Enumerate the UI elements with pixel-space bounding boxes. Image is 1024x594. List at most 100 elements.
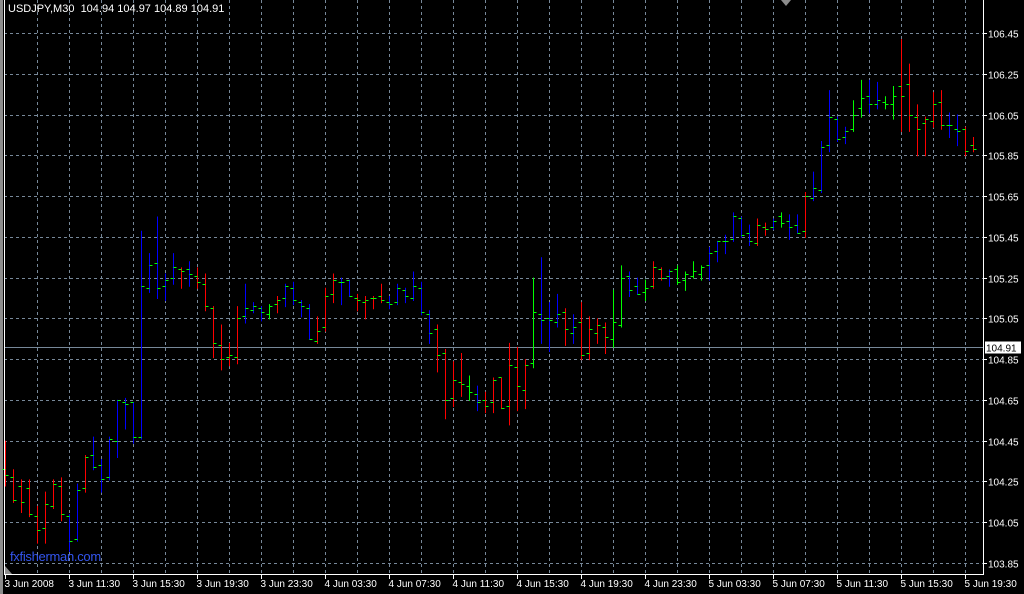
- ohlc-bar: [530, 277, 537, 369]
- ohlc-bar: [818, 141, 825, 193]
- price-chart[interactable]: 106.45 106.25 106.05 105.85 105.65 105.45 105.…: [0, 0, 1024, 594]
- ohlc-bar: [594, 318, 601, 344]
- open-value: 104.94: [80, 3, 115, 15]
- ohlc-bar: [690, 261, 697, 279]
- time-axis-label: 4 Jun 03:30: [325, 579, 378, 590]
- ohlc-bar: [146, 253, 153, 293]
- ohlc-bar: [898, 39, 905, 132]
- ohlc-bar: [298, 300, 305, 318]
- ohlc-bar: [258, 306, 265, 322]
- ohlc-bar: [418, 281, 425, 316]
- time-axis-label: 5 Jun 19:30: [965, 579, 1018, 590]
- ohlc-bar: [162, 273, 169, 302]
- watermark: fxfisherman.com: [10, 549, 101, 564]
- ohlc-bar: [306, 304, 313, 340]
- time-axis-label: 3 Jun 19:30: [197, 579, 250, 590]
- ohlc-bar: [930, 92, 937, 128]
- ohlc-bar: [378, 283, 385, 304]
- ohlc-bar: [722, 234, 729, 255]
- ohlc-bar: [226, 342, 233, 367]
- time-axis-label: 4 Jun 07:30: [389, 579, 442, 590]
- ohlc-bar: [866, 79, 873, 114]
- time-axis-label: 4 Jun 15:30: [517, 579, 570, 590]
- chart-header: USDJPY,M30 104.94 104.97 104.89 104.91: [8, 3, 224, 15]
- axes: 106.45 106.25 106.05 105.85 105.65 105.45 105.…: [4, 0, 1021, 590]
- ohlc-bar: [346, 279, 353, 297]
- ohlc-bar: [906, 63, 913, 132]
- ohlc-bar: [490, 377, 497, 414]
- ohlc-bar: [66, 514, 73, 552]
- price-axis-label: 106.05: [988, 112, 1019, 123]
- ohlc-bar: [778, 212, 785, 228]
- ohlc-bar: [106, 436, 113, 481]
- ohlc-bar: [706, 247, 713, 281]
- ohlc-bar: [954, 114, 961, 147]
- ohlc-bar: [826, 90, 833, 153]
- ohlc-bar: [946, 112, 953, 138]
- time-axis-label: 4 Jun 11:30: [453, 579, 505, 590]
- ohlc-bar: [138, 230, 145, 440]
- ohlc-bar: [962, 126, 969, 157]
- ohlc-bar: [458, 353, 465, 397]
- time-axis-label: 4 Jun 23:30: [645, 579, 698, 590]
- ohlc-bar: [426, 310, 433, 344]
- ohlc-bar: [154, 216, 161, 299]
- time-axis-label: 3 Jun 23:30: [261, 579, 314, 590]
- ohlc-bar: [122, 397, 129, 430]
- ohlc-bar: [626, 271, 633, 297]
- ohlc-bar: [938, 90, 945, 130]
- ohlc-bar: [50, 479, 57, 509]
- chart-shift-marker-icon: [781, 0, 791, 6]
- ohlc-bar: [514, 346, 521, 412]
- ohlc-bar: [498, 377, 505, 410]
- ohlc-bar: [282, 283, 289, 308]
- low-value: 104.89: [154, 3, 188, 15]
- chart-window[interactable]: 106.45 106.25 106.05 105.85 105.65 105.45 105.…: [0, 0, 1024, 594]
- ohlc-bar: [922, 116, 929, 157]
- ohlc-bar: [26, 479, 33, 518]
- ohlc-bar: [170, 253, 177, 285]
- time-axis-label: 4 Jun 19:30: [581, 579, 634, 590]
- price-axis-label: 105.25: [988, 275, 1019, 286]
- ohlc-bar: [834, 116, 841, 143]
- ohlc-bar: [842, 126, 849, 145]
- ohlc-bar: [714, 240, 721, 263]
- time-axis-label: 3 Jun 11:30: [69, 579, 121, 590]
- ohlc-bar: [674, 265, 681, 285]
- ohlc-bar: [746, 224, 753, 246]
- ohlc-bar: [914, 104, 921, 157]
- ohlc-bar: [210, 306, 217, 359]
- ohlc-bar: [410, 271, 417, 302]
- time-axis-label: 5 Jun 03:30: [709, 579, 762, 590]
- ohlc-bar: [554, 293, 561, 328]
- ohlc-bar: [370, 295, 377, 310]
- ohlc-bar: [882, 96, 889, 110]
- ohlc-bar: [58, 477, 65, 522]
- time-axis-label: 5 Jun 11:30: [837, 579, 889, 590]
- ohlc-bar: [546, 302, 553, 352]
- ohlc-bar: [362, 295, 369, 320]
- ohlc-bar: [682, 271, 689, 291]
- ohlc-bar: [394, 283, 401, 306]
- price-axis-label: 106.45: [988, 30, 1019, 41]
- ohlc-bar: [242, 283, 249, 324]
- ohlc-bar: [770, 218, 777, 230]
- time-axis-label: 5 Jun 15:30: [901, 579, 954, 590]
- ohlc-bar: [290, 281, 297, 306]
- ohlc-bar: [386, 295, 393, 310]
- time-axis-label: 5 Jun 07:30: [773, 579, 826, 590]
- close-value: 104.91: [190, 3, 225, 15]
- ohlc-bar: [98, 459, 105, 493]
- grid: [4, 0, 983, 574]
- ohlc-bar: [10, 469, 17, 503]
- price-axis-label: 104.65: [988, 397, 1019, 408]
- ohlc-bar: [738, 216, 745, 238]
- ohlc-bar: [202, 273, 209, 312]
- ohlc-bar: [970, 136, 977, 153]
- ohlc-bar: [890, 86, 897, 120]
- ohlc-bar: [794, 214, 801, 234]
- price-axis-label: 105.45: [988, 234, 1019, 245]
- ohlc-bar: [186, 261, 193, 287]
- symbol-label: USDJPY,M30: [8, 3, 75, 15]
- ohlc-bar: [354, 293, 361, 312]
